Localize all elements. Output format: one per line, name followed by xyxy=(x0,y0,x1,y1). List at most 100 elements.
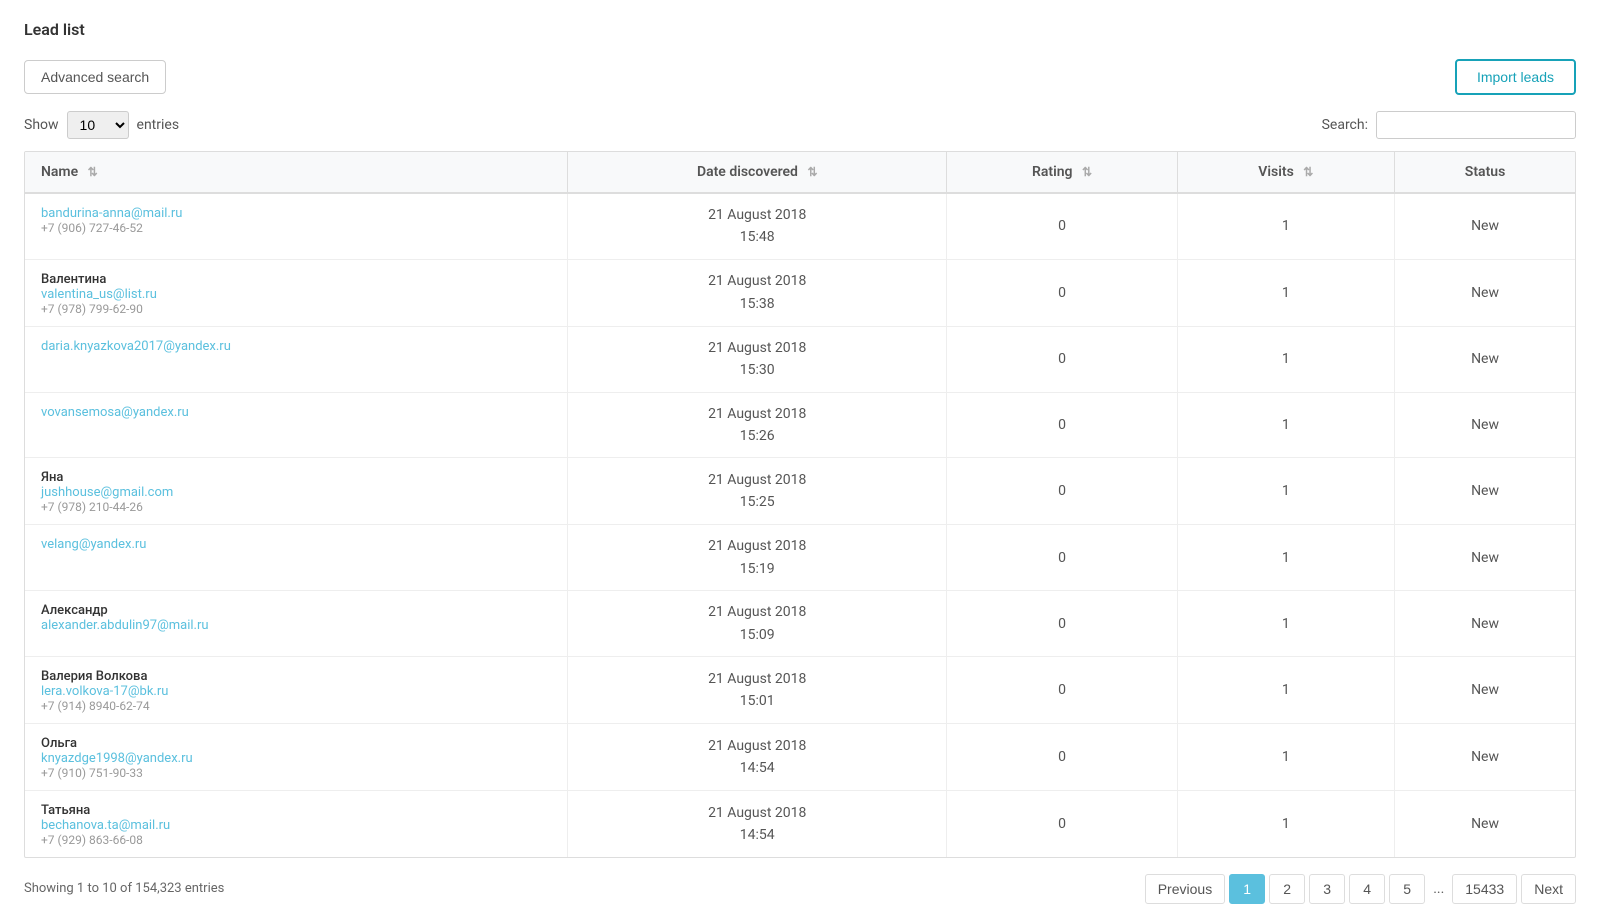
cell-visits: 1 xyxy=(1177,259,1395,326)
import-leads-button[interactable]: Import leads xyxy=(1455,59,1576,95)
lead-email[interactable]: velang@yandex.ru xyxy=(41,537,551,552)
table-body: bandurina-anna@mail.ru+7 (906) 727-46-52… xyxy=(25,193,1575,857)
cell-visits: 1 xyxy=(1177,193,1395,259)
col-header-status: Status xyxy=(1395,152,1575,193)
pagination-previous[interactable]: Previous xyxy=(1145,874,1225,904)
lead-email[interactable]: vovansemosa@yandex.ru xyxy=(41,405,551,420)
toolbar: Advanced search Import leads xyxy=(24,59,1576,95)
cell-rating: 0 xyxy=(947,193,1177,259)
show-label: Show xyxy=(24,117,59,133)
lead-name: Валентина xyxy=(41,272,551,287)
cell-visits: 1 xyxy=(1177,723,1395,790)
table-row[interactable]: bandurina-anna@mail.ru+7 (906) 727-46-52… xyxy=(25,193,1575,259)
pagination-next[interactable]: Next xyxy=(1521,874,1576,904)
cell-visits: 1 xyxy=(1177,790,1395,857)
sort-icon-rating: ⇅ xyxy=(1082,165,1092,179)
cell-date: 21 August 201815:48 xyxy=(568,193,947,259)
cell-name: daria.knyazkova2017@yandex.ru xyxy=(25,326,568,392)
cell-date: 21 August 201815:09 xyxy=(568,591,947,657)
table-row[interactable]: Татьянаbechanova.ta@mail.ru+7 (929) 863-… xyxy=(25,790,1575,857)
table-row[interactable]: Александрalexander.abdulin97@mail.ru 21 A… xyxy=(25,591,1575,657)
page-container: Lead list Advanced search Import leads S… xyxy=(0,0,1600,924)
lead-email[interactable]: lera.volkova-17@bk.ru xyxy=(41,684,551,699)
lead-name: Валерия Волкова xyxy=(41,669,551,684)
lead-name: Татьяна xyxy=(41,803,551,818)
col-header-date[interactable]: Date discovered ⇅ xyxy=(568,152,947,193)
cell-rating: 0 xyxy=(947,392,1177,458)
cell-rating: 0 xyxy=(947,656,1177,723)
lead-name: Александр xyxy=(41,603,551,618)
pagination-last-page[interactable]: 15433 xyxy=(1452,874,1517,904)
cell-name: Татьянаbechanova.ta@mail.ru+7 (929) 863-… xyxy=(25,790,568,857)
table-row[interactable]: daria.knyazkova2017@yandex.ru21 August 2… xyxy=(25,326,1575,392)
cell-rating: 0 xyxy=(947,591,1177,657)
entries-select[interactable]: 10 25 50 100 xyxy=(67,111,129,139)
search-input[interactable] xyxy=(1376,111,1576,139)
pagination: Previous 1 2 3 4 5 ... 15433 Next xyxy=(1145,874,1576,904)
lead-email[interactable]: daria.knyazkova2017@yandex.ru xyxy=(41,339,551,354)
footer-row: Showing 1 to 10 of 154,323 entries Previ… xyxy=(24,874,1576,904)
page-title: Lead list xyxy=(24,20,1576,39)
cell-status: New xyxy=(1395,723,1575,790)
lead-phone: +7 (978) 210-44-26 xyxy=(41,500,551,514)
table-row[interactable]: vovansemosa@yandex.ru21 August 201815:26… xyxy=(25,392,1575,458)
pagination-page-4[interactable]: 4 xyxy=(1349,874,1385,904)
cell-rating: 0 xyxy=(947,525,1177,591)
cell-status: New xyxy=(1395,326,1575,392)
sort-icon-name: ⇅ xyxy=(88,165,98,179)
col-header-visits[interactable]: Visits ⇅ xyxy=(1177,152,1395,193)
cell-status: New xyxy=(1395,392,1575,458)
pagination-page-1[interactable]: 1 xyxy=(1229,874,1265,904)
cell-name: Валентинаvalentina_us@list.ru+7 (978) 79… xyxy=(25,259,568,326)
cell-status: New xyxy=(1395,525,1575,591)
lead-email[interactable]: bechanova.ta@mail.ru xyxy=(41,818,551,833)
table-row[interactable]: Ольгаknyazdge1998@yandex.ru+7 (910) 751-… xyxy=(25,723,1575,790)
cell-status: New xyxy=(1395,193,1575,259)
cell-visits: 1 xyxy=(1177,326,1395,392)
lead-email[interactable]: jushhouse@gmail.com xyxy=(41,485,551,500)
pagination-ellipsis: ... xyxy=(1429,875,1448,903)
table-header-row: Name ⇅ Date discovered ⇅ Rating ⇅ Visits… xyxy=(25,152,1575,193)
lead-phone: +7 (929) 863-66-08 xyxy=(41,833,551,847)
cell-visits: 1 xyxy=(1177,591,1395,657)
cell-status: New xyxy=(1395,591,1575,657)
lead-email[interactable]: bandurina-anna@mail.ru xyxy=(41,206,551,221)
lead-email[interactable]: alexander.abdulin97@mail.ru xyxy=(41,618,551,633)
cell-date: 21 August 201815:25 xyxy=(568,458,947,525)
pagination-page-3[interactable]: 3 xyxy=(1309,874,1345,904)
cell-rating: 0 xyxy=(947,723,1177,790)
pagination-page-2[interactable]: 2 xyxy=(1269,874,1305,904)
table-row[interactable]: Валерия Волковаlera.volkova-17@bk.ru+7 (… xyxy=(25,656,1575,723)
cell-date: 21 August 201815:01 xyxy=(568,656,947,723)
search-label: Search: xyxy=(1322,117,1368,133)
cell-name: Янаjushhouse@gmail.com+7 (978) 210-44-26 xyxy=(25,458,568,525)
cell-visits: 1 xyxy=(1177,458,1395,525)
table-row[interactable]: Янаjushhouse@gmail.com+7 (978) 210-44-26… xyxy=(25,458,1575,525)
cell-rating: 0 xyxy=(947,458,1177,525)
cell-name: Ольгаknyazdge1998@yandex.ru+7 (910) 751-… xyxy=(25,723,568,790)
cell-status: New xyxy=(1395,656,1575,723)
cell-rating: 0 xyxy=(947,259,1177,326)
sort-icon-date: ⇅ xyxy=(807,165,817,179)
table-row[interactable]: Валентинаvalentina_us@list.ru+7 (978) 79… xyxy=(25,259,1575,326)
lead-email[interactable]: valentina_us@list.ru xyxy=(41,287,551,302)
advanced-search-button[interactable]: Advanced search xyxy=(24,60,166,94)
lead-phone: +7 (910) 751-90-33 xyxy=(41,766,551,780)
cell-date: 21 August 201815:19 xyxy=(568,525,947,591)
cell-rating: 0 xyxy=(947,326,1177,392)
cell-rating: 0 xyxy=(947,790,1177,857)
cell-name: bandurina-anna@mail.ru+7 (906) 727-46-52 xyxy=(25,193,568,259)
lead-phone: +7 (978) 799-62-90 xyxy=(41,302,551,316)
showing-text: Showing 1 to 10 of 154,323 entries xyxy=(24,881,224,896)
cell-name: Валерия Волковаlera.volkova-17@bk.ru+7 (… xyxy=(25,656,568,723)
lead-phone: +7 (906) 727-46-52 xyxy=(41,221,551,235)
cell-date: 21 August 201814:54 xyxy=(568,790,947,857)
table-row[interactable]: velang@yandex.ru21 August 201815:1901New xyxy=(25,525,1575,591)
cell-visits: 1 xyxy=(1177,392,1395,458)
col-header-rating[interactable]: Rating ⇅ xyxy=(947,152,1177,193)
pagination-page-5[interactable]: 5 xyxy=(1389,874,1425,904)
sort-icon-visits: ⇅ xyxy=(1303,165,1313,179)
controls-row: Show 10 25 50 100 entries Search: xyxy=(24,111,1576,139)
lead-email[interactable]: knyazdge1998@yandex.ru xyxy=(41,751,551,766)
col-header-name[interactable]: Name ⇅ xyxy=(25,152,568,193)
